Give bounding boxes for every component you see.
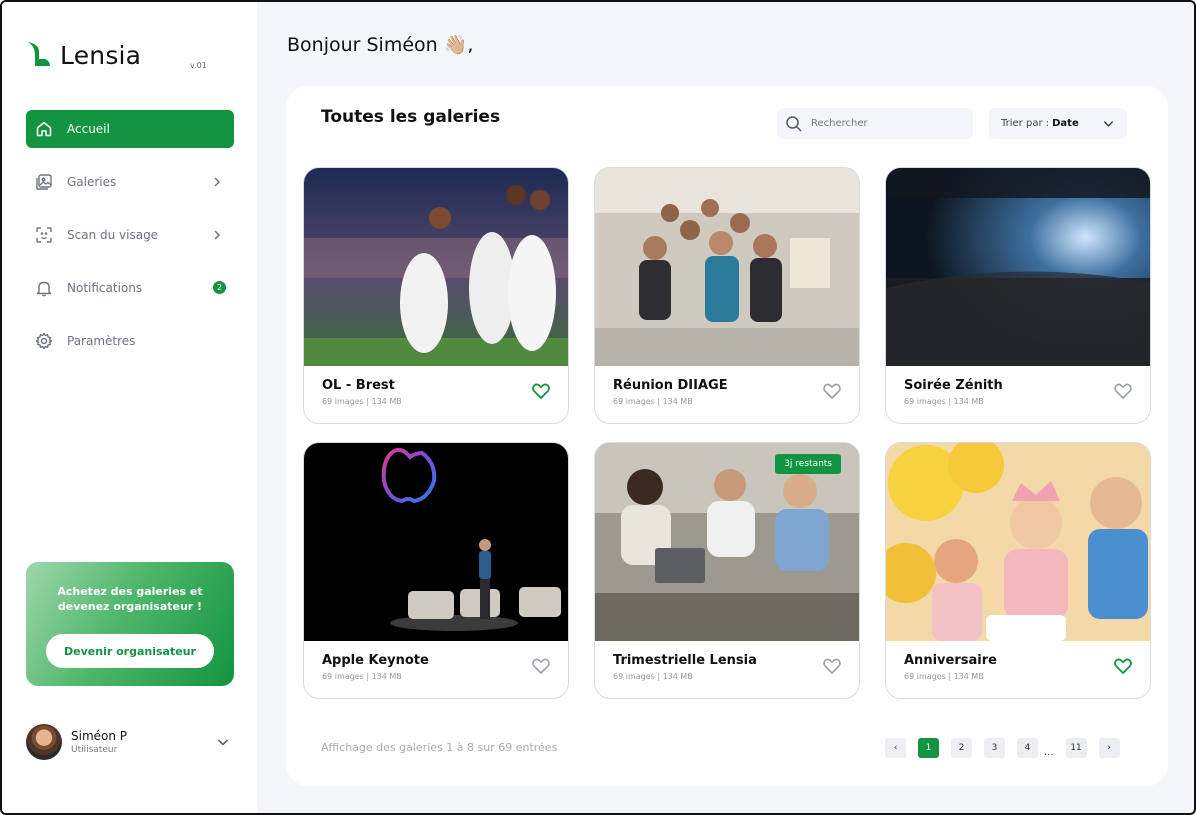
- gallery-thumbnail: [595, 168, 859, 366]
- gallery-thumbnail: [304, 168, 568, 366]
- sort-dropdown[interactable]: Trier par : Date: [989, 108, 1127, 139]
- lensia-logo-icon: [28, 42, 50, 66]
- gallery-card[interactable]: Apple Keynote 69 images | 134 MB: [303, 442, 569, 699]
- gallery-meta: 69 images | 134 MB: [322, 397, 402, 406]
- gallery-title: OL - Brest: [322, 378, 395, 393]
- sidebar-item-label: Paramètres: [67, 334, 136, 348]
- prev-page-button[interactable]: ‹: [885, 738, 906, 758]
- gallery-title: Anniversaire: [904, 653, 997, 668]
- bell-icon: [34, 278, 54, 298]
- chevron-right-icon: [214, 230, 221, 240]
- heart-icon[interactable]: [1113, 381, 1133, 401]
- user-role: Utilisateur: [71, 745, 118, 755]
- gallery-card[interactable]: Soirée Zénith 69 images | 134 MB: [885, 167, 1151, 424]
- become-organizer-button[interactable]: Devenir organisateur: [46, 634, 214, 668]
- page-button[interactable]: 2: [951, 738, 972, 758]
- sidebar-item-accueil[interactable]: Accueil: [26, 110, 234, 148]
- page-title: Toutes les galeries: [321, 107, 501, 127]
- gear-icon: [34, 331, 54, 351]
- sidebar-item-label: Scan du visage: [67, 228, 159, 242]
- gallery-icon: [34, 172, 54, 192]
- gallery-title: Apple Keynote: [322, 653, 429, 668]
- page-button[interactable]: 4: [1017, 738, 1038, 758]
- avatar: [26, 724, 62, 760]
- version-label: v.01: [190, 61, 207, 70]
- sidebar-item-scan-du-visage[interactable]: Scan du visage: [26, 216, 234, 254]
- chevron-down-icon[interactable]: [216, 735, 230, 749]
- sidebar-item-label: Accueil: [67, 122, 110, 136]
- heart-icon[interactable]: [822, 381, 842, 401]
- chevron-down-icon: [1103, 121, 1114, 127]
- heart-icon[interactable]: [822, 656, 842, 676]
- search-icon: [786, 115, 802, 132]
- gallery-card[interactable]: Réunion DIIAGE 69 images | 134 MB: [594, 167, 860, 424]
- sidebar-item-parametres[interactable]: Paramètres: [26, 322, 234, 360]
- pagination-ellipsis: ...: [1044, 746, 1054, 758]
- gallery-title: Réunion DIIAGE: [613, 378, 728, 393]
- gallery-meta: 69 images | 134 MB: [613, 397, 693, 406]
- sort-value: Date: [1052, 118, 1079, 129]
- pagination-summary: Affichage des galeries 1 à 8 sur 69 entr…: [321, 741, 558, 754]
- page-button[interactable]: 11: [1065, 738, 1087, 758]
- heart-icon[interactable]: [531, 381, 551, 401]
- search-input[interactable]: [811, 118, 961, 129]
- organizer-promo-card: Achetez des galeries et devenez organisa…: [26, 562, 234, 686]
- app-window: Lensia v.01 Accueil Galeries Scan du vis…: [0, 0, 1196, 815]
- brand-name: Lensia: [60, 40, 142, 70]
- gallery-card[interactable]: 3j restants Trimestrielle Lensia 69 imag…: [594, 442, 860, 699]
- gallery-title: Trimestrielle Lensia: [613, 653, 757, 668]
- gallery-card[interactable]: Anniversaire 69 images | 134 MB: [885, 442, 1151, 699]
- page-greeting: Bonjour Siméon 👋🏼,: [287, 34, 474, 56]
- user-name: Siméon P: [71, 729, 128, 743]
- sidebar-nav: Accueil Galeries Scan du visage Notifica…: [26, 110, 234, 375]
- pagination: ‹ 1 2 3 4 ... 11 ›: [885, 737, 1132, 759]
- user-menu[interactable]: Siméon P Utilisateur: [26, 723, 234, 761]
- next-page-button[interactable]: ›: [1098, 738, 1120, 758]
- heart-icon[interactable]: [531, 656, 551, 676]
- sidebar-item-galeries[interactable]: Galeries: [26, 163, 234, 201]
- gallery-meta: 69 images | 134 MB: [322, 672, 402, 681]
- page-button[interactable]: 3: [984, 738, 1005, 758]
- sidebar: Lensia v.01 Accueil Galeries Scan du vis…: [2, 2, 257, 813]
- promo-text: Achetez des galeries et devenez organisa…: [57, 585, 203, 613]
- gallery-meta: 69 images | 134 MB: [904, 672, 984, 681]
- chevron-right-icon: [214, 177, 221, 187]
- gallery-card[interactable]: OL - Brest 69 images | 134 MB: [303, 167, 569, 424]
- notification-count-badge: 2: [213, 281, 226, 294]
- gallery-thumbnail: [886, 168, 1150, 366]
- galleries-panel: Toutes les galeries Trier par : Date: [286, 86, 1168, 786]
- sidebar-item-label: Notifications: [67, 281, 143, 295]
- face-scan-icon: [34, 225, 54, 245]
- expiry-badge: 3j restants: [775, 454, 841, 474]
- gallery-title: Soirée Zénith: [904, 378, 1003, 393]
- page-button[interactable]: 1: [918, 738, 939, 758]
- search-box[interactable]: [777, 108, 973, 139]
- gallery-thumbnail: [886, 443, 1150, 641]
- sort-label: Trier par :: [1001, 118, 1050, 129]
- logo[interactable]: Lensia: [26, 40, 141, 70]
- sidebar-item-notifications[interactable]: Notifications 2: [26, 269, 234, 307]
- gallery-thumbnail: [304, 443, 568, 641]
- user-info: Siméon P Utilisateur: [71, 729, 127, 755]
- heart-icon[interactable]: [1113, 656, 1133, 676]
- gallery-meta: 69 images | 134 MB: [904, 397, 984, 406]
- gallery-meta: 69 images | 134 MB: [613, 672, 693, 681]
- sidebar-item-label: Galeries: [67, 175, 117, 189]
- home-icon: [34, 119, 54, 139]
